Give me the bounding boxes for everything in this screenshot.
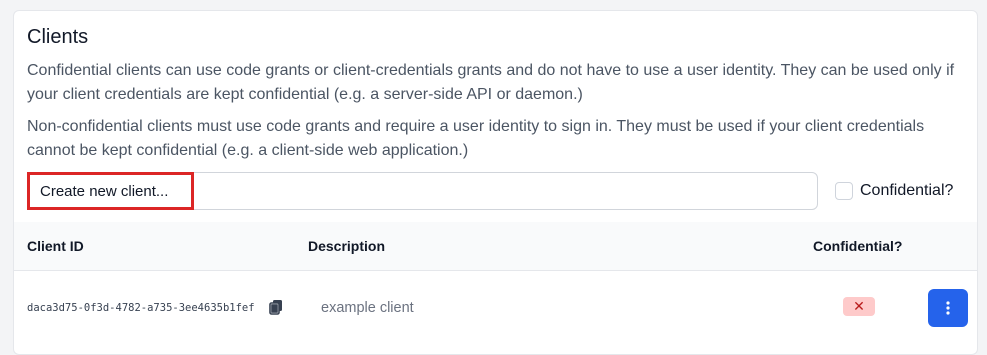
client-id-value: daca3d75-0f3d-4782-a735-3ee4635b1fef [27, 302, 255, 314]
new-client-form: Confidential? [27, 172, 967, 210]
not-confidential-badge: ✕ [843, 297, 875, 316]
nonconfidential-description: Non-confidential clients must use code g… [27, 118, 925, 159]
new-client-field [27, 172, 818, 210]
new-client-input[interactable] [28, 173, 817, 209]
table-row: daca3d75-0f3d-4782-a735-3ee4635b1fef exa… [14, 271, 977, 345]
client-description: example client [321, 300, 414, 316]
copy-icon[interactable] [269, 299, 283, 315]
confidential-checkbox-label[interactable]: Confidential? [860, 181, 953, 201]
column-header-description: Description [308, 238, 386, 254]
row-actions-button[interactable] [928, 289, 968, 327]
section-title: Clients [27, 26, 89, 48]
confidential-description: Confidential clients can use code grants… [27, 62, 955, 103]
table-header: Client ID Description Confidential? [14, 222, 977, 271]
column-header-client-id: Client ID [27, 238, 84, 254]
column-header-confidential: Confidential? [813, 238, 903, 254]
confidential-checkbox[interactable] [835, 182, 853, 200]
clients-card: Clients Confidential clients can use cod… [13, 10, 978, 355]
vertical-ellipsis-icon [946, 301, 950, 315]
